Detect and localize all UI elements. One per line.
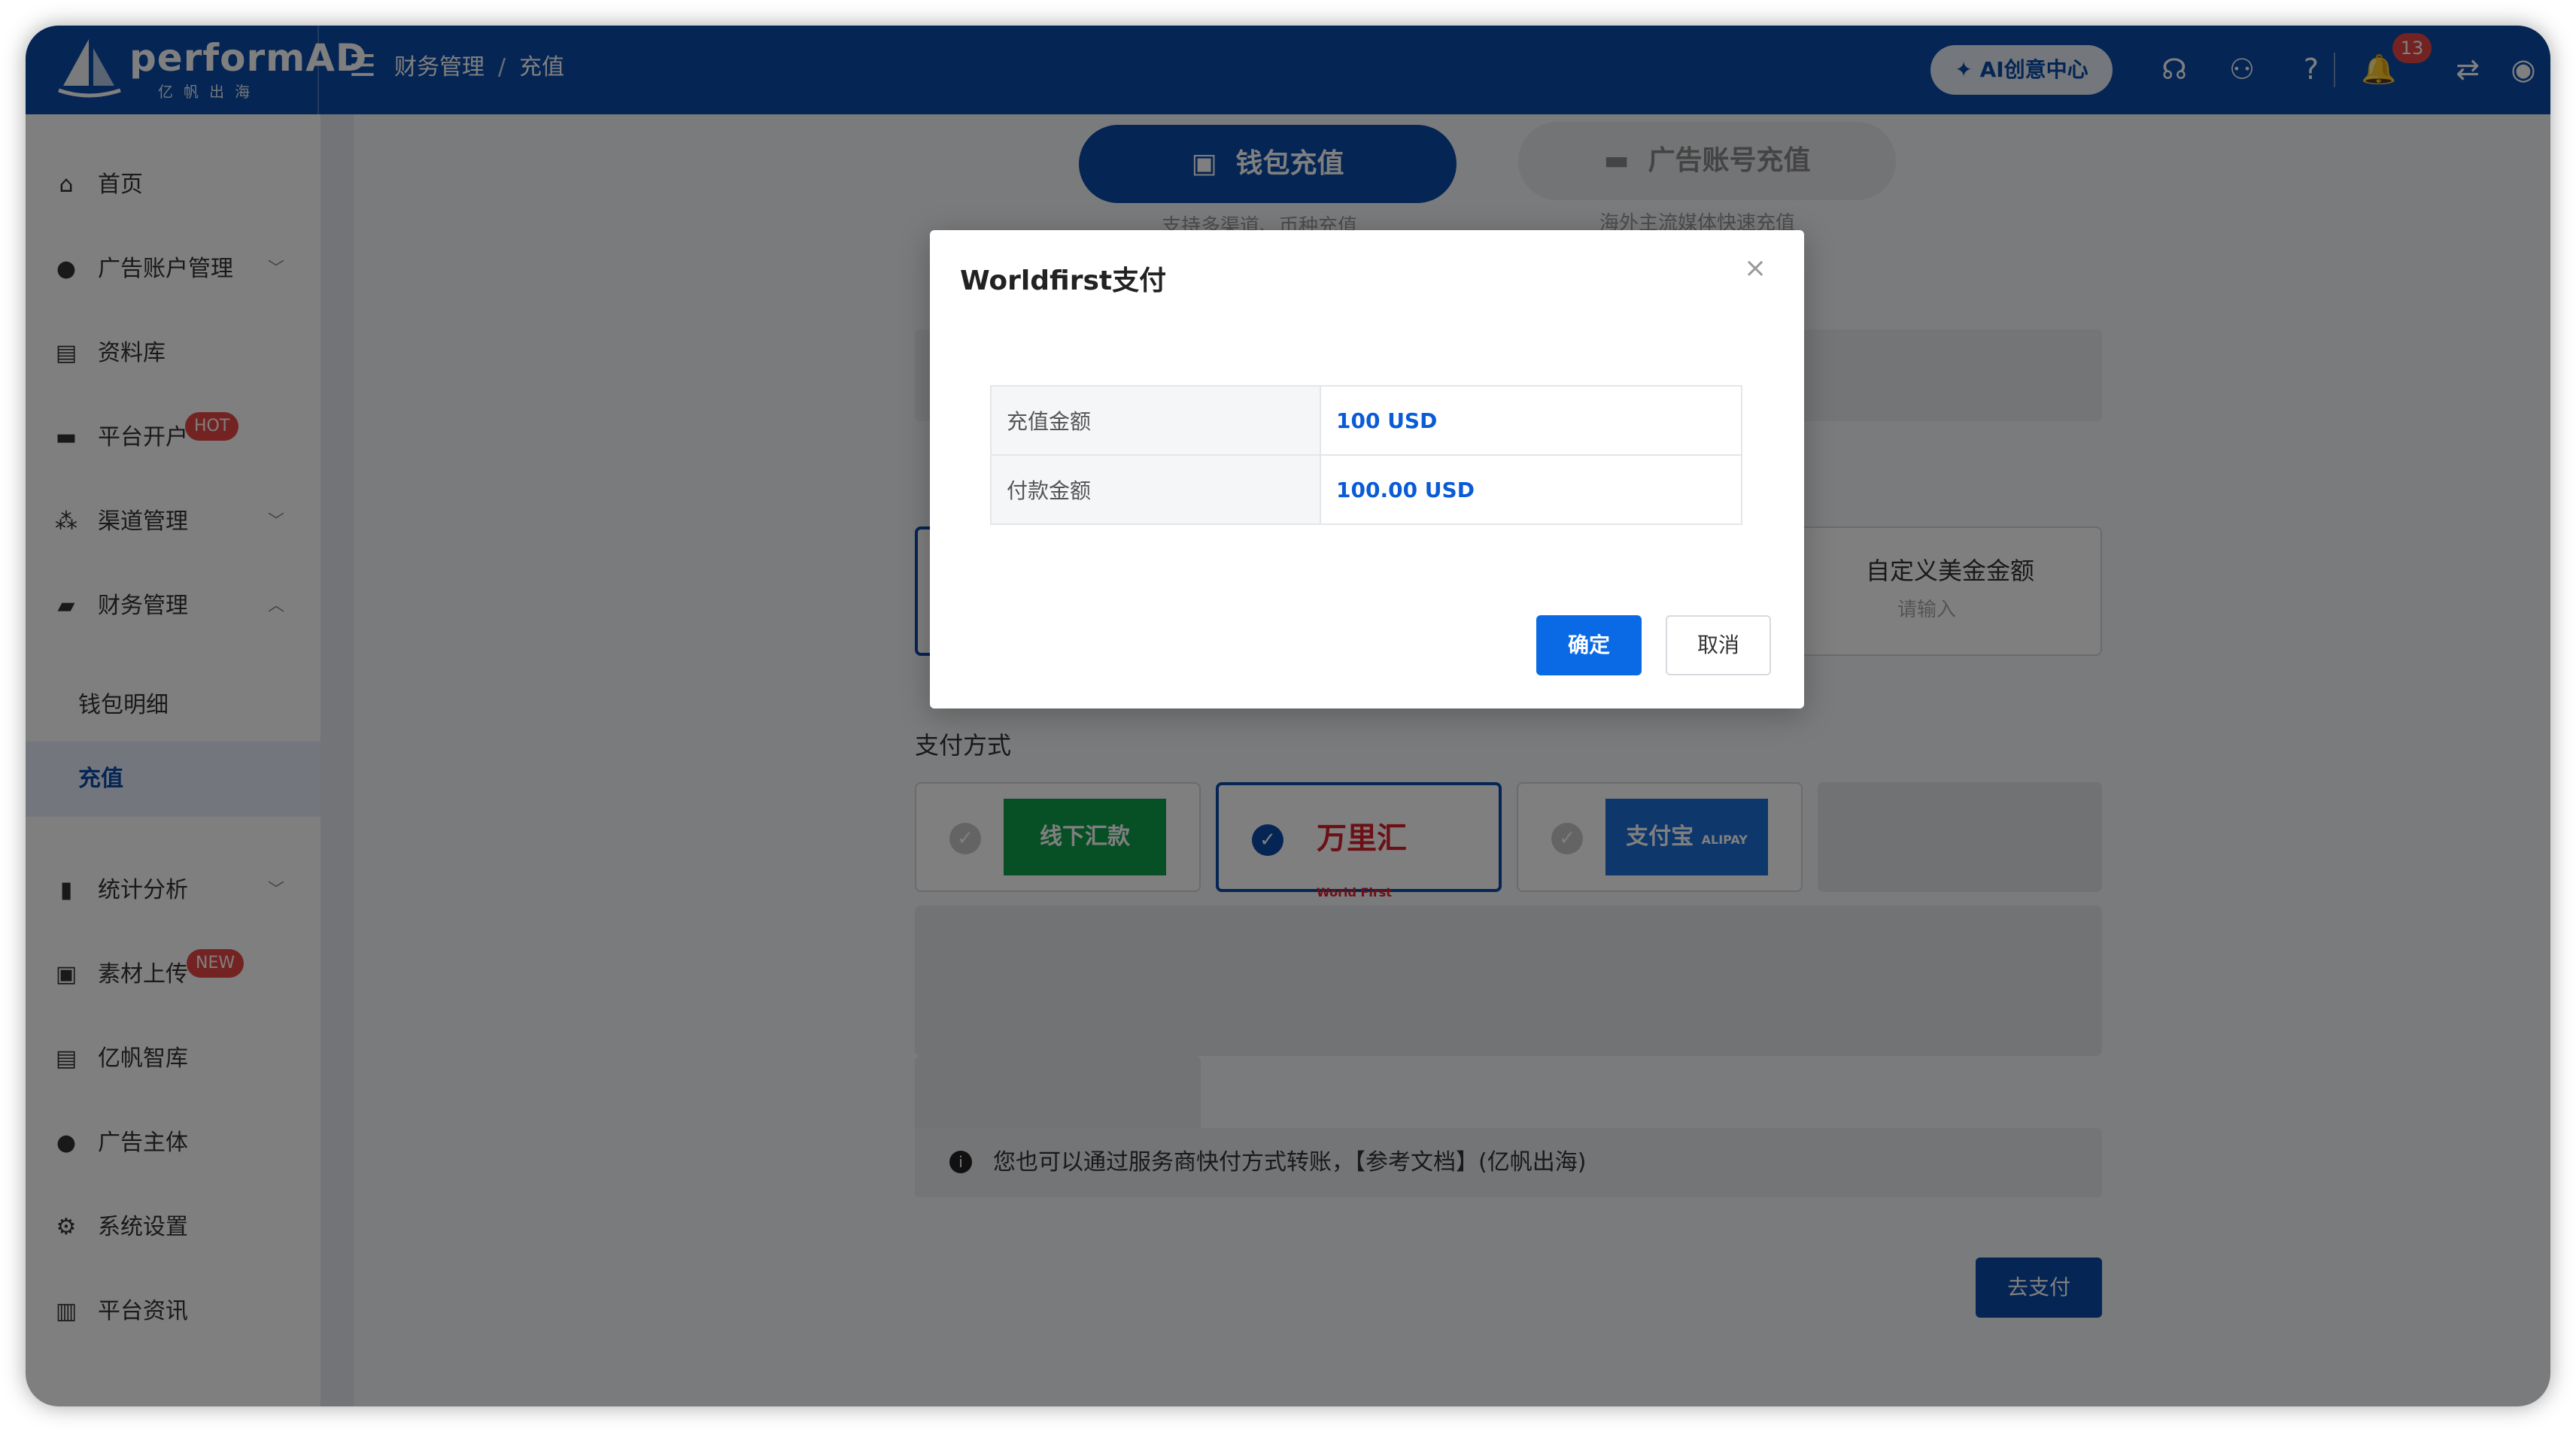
- confirm-button[interactable]: 确定: [1536, 615, 1642, 675]
- table-row: 充值金额 100 USD: [990, 385, 1742, 456]
- table-row: 付款金额 100.00 USD: [990, 454, 1742, 525]
- close-icon[interactable]: ×: [1744, 253, 1766, 284]
- payment-amount-label: 付款金额: [990, 454, 1321, 525]
- app-window: performAD 亿帆出海 ☰ 财务管理/充值 ✦ AI创意中心 ☊ ⚇ ? …: [26, 26, 2550, 1406]
- payment-summary-table: 充值金额 100 USD 付款金额 100.00 USD: [990, 385, 1742, 525]
- recharge-amount-value: 100 USD: [1320, 385, 1742, 456]
- dialog-title: Worldfirst支付: [960, 265, 1167, 296]
- payment-amount-value: 100.00 USD: [1320, 454, 1742, 525]
- recharge-amount-label: 充值金额: [990, 385, 1321, 456]
- cancel-button[interactable]: 取消: [1666, 615, 1771, 675]
- worldfirst-payment-dialog: Worldfirst支付 × 充值金额 100 USD 付款金额 100.00 …: [930, 230, 1804, 708]
